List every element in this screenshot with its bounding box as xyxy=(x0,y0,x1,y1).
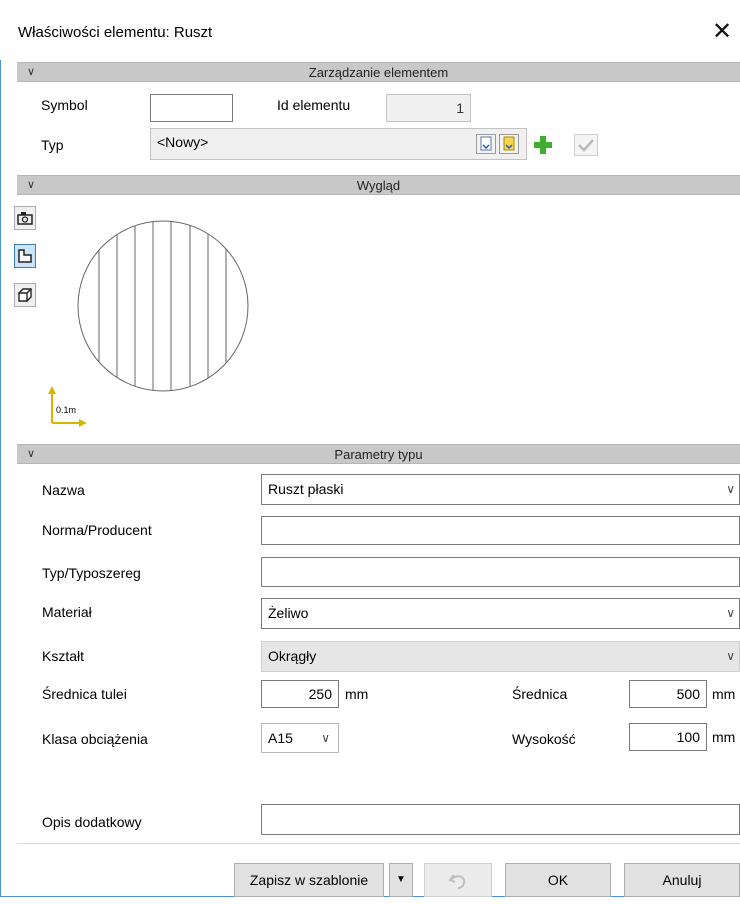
series-label: Typ/Typoszereg xyxy=(42,565,141,581)
shape-value: Okrągły xyxy=(268,648,317,664)
view-camera-button[interactable] xyxy=(14,206,36,230)
checkmark-icon xyxy=(578,139,594,152)
description-input[interactable] xyxy=(261,804,740,835)
material-label: Materiał xyxy=(42,604,92,620)
document-arrow-icon xyxy=(480,136,492,151)
element-preview: 0.1m xyxy=(45,202,313,428)
dropdown-arrow-icon: ▼ xyxy=(396,874,406,885)
sleeve-diameter-input[interactable]: 250 xyxy=(261,680,339,708)
footer-divider xyxy=(17,843,740,844)
height-label: Wysokość xyxy=(512,731,576,747)
type-import-button[interactable] xyxy=(476,134,496,154)
scale-label: 0.1m xyxy=(56,405,77,415)
type-export-button[interactable] xyxy=(499,134,519,154)
ok-button[interactable]: OK xyxy=(505,863,611,897)
plus-icon xyxy=(534,136,552,154)
load-class-label: Klasa obciążenia xyxy=(42,731,148,747)
name-label: Nazwa xyxy=(42,482,85,498)
shape-combo[interactable]: Okrągły ∨ xyxy=(261,641,740,672)
section-params-title: Parametry typu xyxy=(334,447,423,462)
chevron-down-icon: ∨ xyxy=(726,606,735,620)
add-type-button[interactable] xyxy=(532,134,554,156)
chevron-down-icon: ∨ xyxy=(726,649,735,663)
symbol-input[interactable] xyxy=(150,94,233,122)
section-management-title: Zarządzanie elementem xyxy=(308,65,449,80)
load-class-value: A15 xyxy=(268,730,293,746)
yellow-document-icon xyxy=(503,136,515,151)
plan-view-icon xyxy=(18,249,32,263)
section-params-header[interactable]: ∨ Parametry typu xyxy=(17,444,740,464)
height-input[interactable]: 100 xyxy=(629,723,707,751)
type-label: Typ xyxy=(41,137,64,153)
title-bar: Właściwości elementu: Ruszt ✕ xyxy=(0,0,740,60)
sleeve-diameter-unit: mm xyxy=(345,686,369,702)
norm-input[interactable] xyxy=(261,516,740,545)
save-template-dropdown[interactable]: ▼ xyxy=(389,863,413,897)
shape-label: Kształt xyxy=(42,648,85,664)
window-title: Właściwości elementu: Ruszt xyxy=(18,24,213,41)
grate-drawing xyxy=(48,220,249,427)
name-combo[interactable]: Ruszt płaski ∨ xyxy=(261,474,740,505)
view-plan-button[interactable] xyxy=(14,244,36,268)
undo-icon xyxy=(448,874,466,889)
symbol-label: Symbol xyxy=(41,97,88,113)
type-value: <Nowy> xyxy=(157,134,209,150)
undo-button[interactable] xyxy=(424,863,492,897)
view-3d-button[interactable] xyxy=(14,283,36,307)
3d-box-icon xyxy=(18,288,32,302)
sleeve-diameter-label: Średnica tulei xyxy=(42,686,127,702)
close-button[interactable]: ✕ xyxy=(704,14,740,50)
name-value: Ruszt płaski xyxy=(268,481,344,497)
chevron-down-icon: ∨ xyxy=(726,482,735,496)
load-class-combo[interactable]: A15 ∨ xyxy=(261,723,339,753)
section-appearance-header[interactable]: ∨ Wygląd xyxy=(17,175,740,195)
camera-icon xyxy=(17,212,33,225)
cancel-button[interactable]: Anuluj xyxy=(624,863,740,897)
diameter-input[interactable]: 500 xyxy=(629,680,707,708)
confirm-type-button[interactable] xyxy=(574,134,598,156)
section-management-header[interactable]: ∨ Zarządzanie elementem xyxy=(17,62,740,82)
norm-label: Norma/Producent xyxy=(42,522,152,538)
material-value: Żeliwo xyxy=(268,605,309,621)
diameter-unit: mm xyxy=(712,686,736,702)
series-input[interactable] xyxy=(261,557,740,587)
save-template-button[interactable]: Zapisz w szablonie xyxy=(234,863,384,897)
material-combo[interactable]: Żeliwo ∨ xyxy=(261,598,740,629)
height-unit: mm xyxy=(712,729,736,745)
chevron-down-icon: ∨ xyxy=(321,731,330,745)
close-icon: ✕ xyxy=(711,18,733,45)
section-appearance-title: Wygląd xyxy=(356,178,401,193)
element-id-field: 1 xyxy=(386,94,471,122)
description-label: Opis dodatkowy xyxy=(42,814,142,830)
element-id-label: Id elementu xyxy=(277,97,351,113)
type-field: <Nowy> xyxy=(150,128,527,160)
diameter-label: Średnica xyxy=(512,686,568,702)
